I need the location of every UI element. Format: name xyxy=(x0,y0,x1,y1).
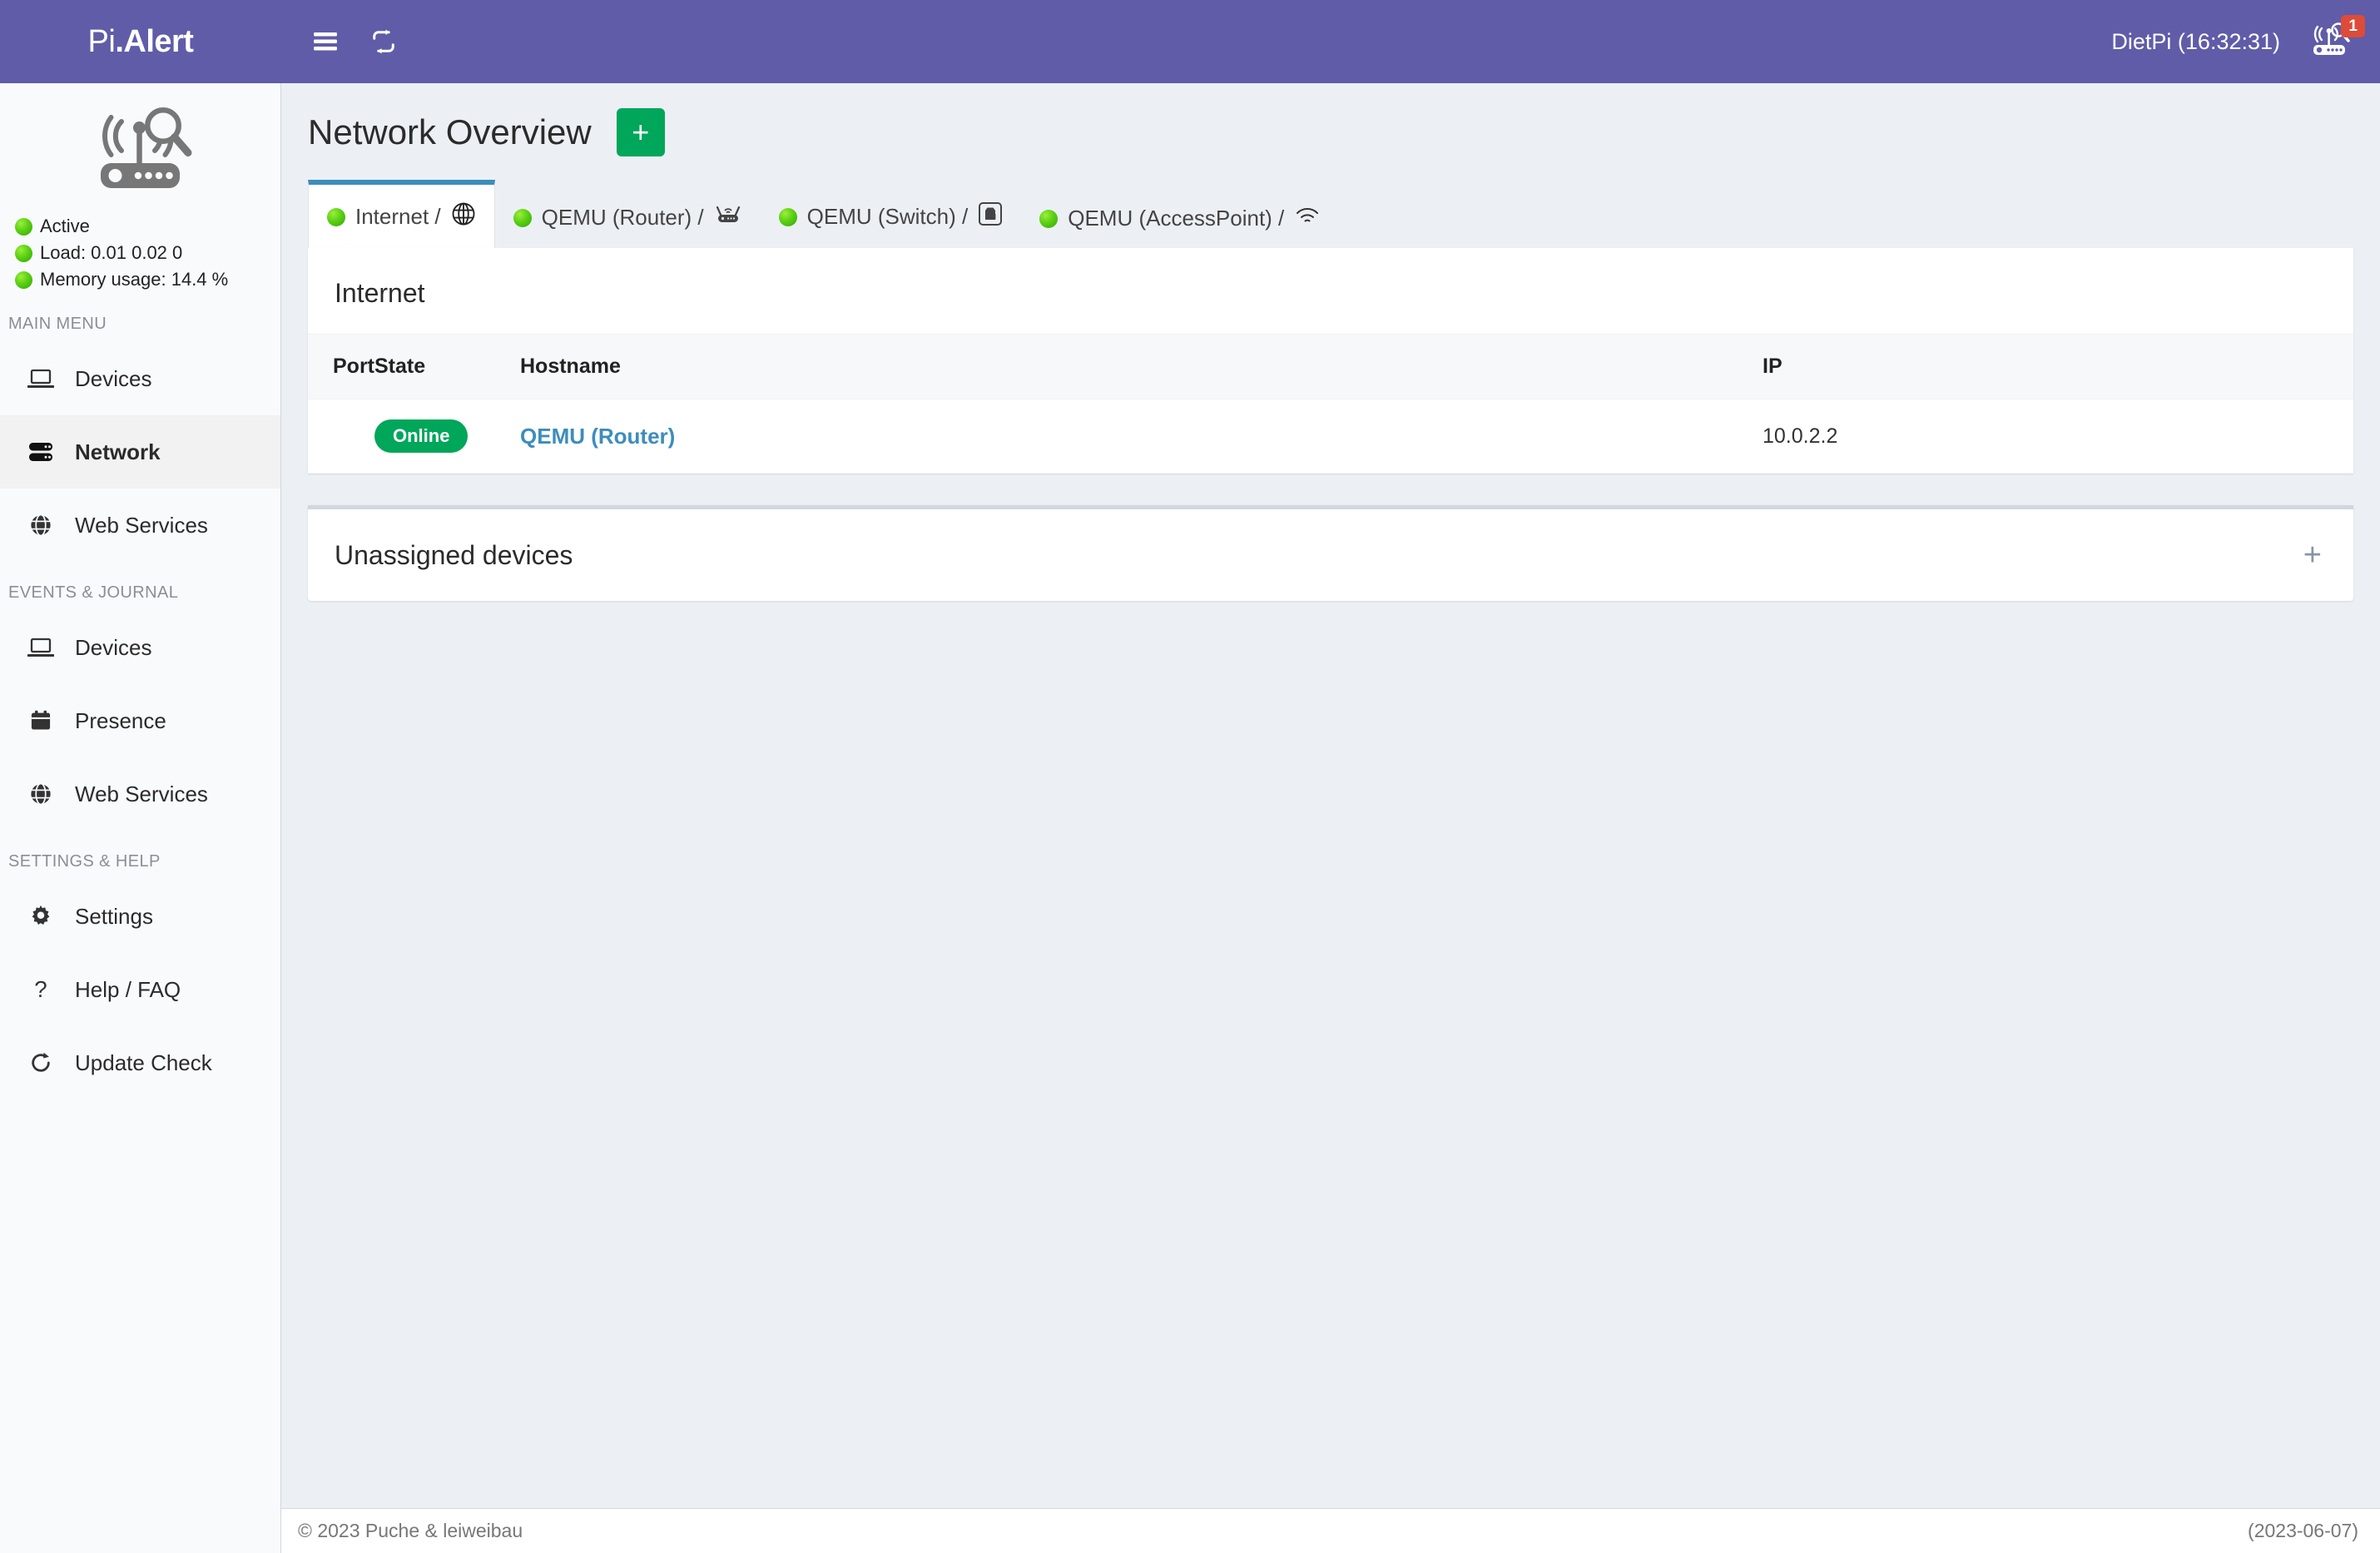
refresh-arrow-icon xyxy=(27,1051,55,1074)
sidebar-item-label: Devices xyxy=(75,635,151,661)
sidebar-item-events-web-services[interactable]: Web Services xyxy=(0,757,280,831)
sidebar-item-label: Settings xyxy=(75,904,153,930)
svg-text:?: ? xyxy=(34,977,47,1002)
sidebar-item-update-check[interactable]: Update Check xyxy=(0,1026,280,1099)
sidebar-status: Active Load: 0.01 0.02 0 Memory usage: 1… xyxy=(0,210,280,293)
main-content: Network Overview + Internet / QEMU (Rout… xyxy=(281,83,2380,1508)
sidebar-item-settings[interactable]: Settings xyxy=(0,880,280,953)
status-active-label: Active xyxy=(40,216,90,237)
sidebar-heading-settings-help: SETTINGS & HELP xyxy=(0,831,280,880)
notifications-button[interactable]: 1 xyxy=(2303,18,2363,66)
globe-icon xyxy=(27,513,55,538)
cell-state: Online xyxy=(374,399,520,474)
server-icon xyxy=(27,441,55,463)
sidebar-item-help-faq[interactable]: ? Help / FAQ xyxy=(0,953,280,1026)
question-icon: ? xyxy=(27,977,55,1002)
cell-ip: 10.0.2.2 xyxy=(1763,399,2353,474)
sidebar-item-label: Network xyxy=(75,439,161,465)
sidebar-item-label: Presence xyxy=(75,708,166,734)
tab-label: QEMU (Router) / xyxy=(542,205,704,231)
table-header-row: Port State Hostname IP xyxy=(308,335,2353,399)
plus-icon[interactable]: + xyxy=(2303,539,2322,571)
sidebar: Active Load: 0.01 0.02 0 Memory usage: 1… xyxy=(0,83,281,1553)
sidebar-logo xyxy=(0,83,280,210)
sidebar-item-web-services[interactable]: Web Services xyxy=(0,489,280,562)
wifi-router-icon xyxy=(714,203,742,232)
status-dot-icon xyxy=(779,208,797,226)
tab-qemu-router[interactable]: QEMU (Router) / xyxy=(495,181,761,249)
tab-internet[interactable]: Internet / xyxy=(308,180,495,249)
sidebar-item-label: Update Check xyxy=(75,1050,212,1076)
status-memory-label: Memory usage: 14.4 % xyxy=(40,269,228,290)
footer: © 2023 Puche & leiweibau (2023-06-07) xyxy=(281,1508,2380,1553)
column-header-hostname: Hostname xyxy=(520,335,1763,399)
calendar-icon xyxy=(27,709,55,732)
laptop-icon xyxy=(27,637,55,658)
tab-qemu-switch[interactable]: QEMU (Switch) / xyxy=(761,180,1022,249)
status-active: Active xyxy=(15,213,280,240)
internet-panel: Internet Port State Hostname IP Online xyxy=(308,248,2353,474)
status-memory: Memory usage: 14.4 % xyxy=(15,266,280,293)
notification-badge: 1 xyxy=(2341,15,2365,38)
add-network-button[interactable]: + xyxy=(617,108,665,156)
brand-prefix: Pi xyxy=(88,24,116,60)
sidebar-item-network[interactable]: Network xyxy=(0,415,280,489)
sidebar-item-events-devices[interactable]: Devices xyxy=(0,611,280,684)
status-dot-icon xyxy=(1039,210,1058,228)
tab-label: QEMU (Switch) / xyxy=(807,204,969,230)
wifi-icon xyxy=(1294,205,1321,232)
top-header: Pi.Alert DietPi (16:32:31) xyxy=(0,0,2380,83)
globe-icon xyxy=(27,781,55,806)
status-dot-icon xyxy=(513,209,532,227)
sidebar-heading-events-journal: EVENTS & JOURNAL xyxy=(0,562,280,611)
brand-suffix: .Alert xyxy=(115,24,193,60)
status-dot-icon xyxy=(15,245,32,262)
tab-label: QEMU (AccessPoint) / xyxy=(1068,206,1284,231)
unassigned-devices-panel[interactable]: Unassigned devices + xyxy=(308,505,2353,601)
page-header: Network Overview + xyxy=(281,83,2380,156)
unassigned-devices-title: Unassigned devices xyxy=(335,540,573,571)
sidebar-heading-main-menu: MAIN MENU xyxy=(0,293,280,342)
column-header-state: State xyxy=(374,335,520,399)
column-header-port: Port xyxy=(308,335,374,399)
hostname-link[interactable]: QEMU (Router) xyxy=(520,424,675,449)
sidebar-item-label: Devices xyxy=(75,366,151,392)
page-title: Network Overview xyxy=(308,112,592,152)
cell-port xyxy=(308,399,374,474)
sidebar-item-label: Web Services xyxy=(75,513,208,538)
tab-label: Internet / xyxy=(355,204,441,230)
refresh-icon[interactable] xyxy=(371,29,396,54)
panel-title-internet: Internet xyxy=(308,248,2353,334)
user-label: DietPi (16:32:31) xyxy=(2111,29,2280,55)
table-row[interactable]: Online QEMU (Router) 10.0.2.2 xyxy=(308,399,2353,474)
hamburger-icon[interactable] xyxy=(313,31,338,52)
laptop-icon xyxy=(27,368,55,389)
globe-icon xyxy=(451,201,476,232)
status-dot-icon xyxy=(15,218,32,236)
sidebar-item-label: Help / FAQ xyxy=(75,977,181,1003)
internet-devices-table: Port State Hostname IP Online QEMU (Rout… xyxy=(308,334,2353,474)
status-dot-icon xyxy=(327,208,345,226)
status-badge: Online xyxy=(374,419,468,453)
ethernet-port-icon xyxy=(978,201,1003,232)
app-logo[interactable]: Pi.Alert xyxy=(0,0,281,83)
sidebar-item-devices[interactable]: Devices xyxy=(0,342,280,415)
footer-copyright: © 2023 Puche & leiweibau xyxy=(298,1520,523,1542)
column-header-ip: IP xyxy=(1763,335,2353,399)
network-tabs: Internet / QEMU (Router) / xyxy=(281,180,2380,248)
status-load-label: Load: 0.01 0.02 0 xyxy=(40,242,182,264)
gear-icon xyxy=(27,904,55,929)
status-load: Load: 0.01 0.02 0 xyxy=(15,240,280,266)
footer-version: (2023-06-07) xyxy=(2248,1520,2358,1542)
sidebar-item-presence[interactable]: Presence xyxy=(0,684,280,757)
tab-qemu-accesspoint[interactable]: QEMU (AccessPoint) / xyxy=(1021,183,1339,249)
sidebar-item-label: Web Services xyxy=(75,781,208,807)
status-dot-icon xyxy=(15,271,32,289)
cell-hostname: QEMU (Router) xyxy=(520,399,1763,474)
